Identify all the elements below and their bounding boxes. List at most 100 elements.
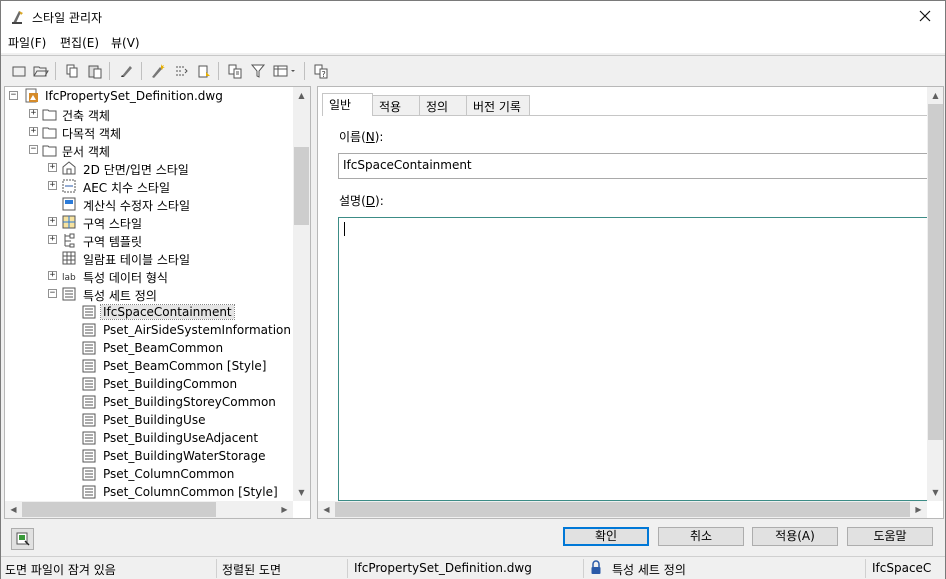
collapse-icon[interactable]: − — [48, 289, 57, 298]
open-drawing-button[interactable] — [31, 61, 51, 81]
tab-general[interactable]: 일반 — [322, 93, 373, 116]
tree-item[interactable]: + 건축 객체 — [5, 105, 295, 123]
purge-button[interactable] — [148, 61, 168, 81]
tree-item[interactable]: + AEC 치수 스타일 — [5, 177, 295, 195]
view-options-dropdown[interactable] — [271, 61, 299, 81]
general-tab-content: 이름(N): IfcSpaceContainment 설명(D): — [322, 115, 930, 502]
toggle-viewer-button[interactable] — [11, 528, 34, 550]
tree-item[interactable]: 계산식 수정자 스타일 — [5, 195, 295, 213]
tab-version-history[interactable]: 버전 기록 — [466, 95, 530, 115]
tree-item[interactable]: − 특성 세트 정의 — [5, 285, 295, 303]
view-switch-button[interactable] — [225, 61, 245, 81]
apply-button[interactable]: 적용(A) — [752, 527, 838, 546]
tree-item[interactable]: Pset_ColumnCommon — [5, 465, 295, 483]
tree-item[interactable]: Pset_BeamCommon — [5, 339, 295, 357]
expand-icon[interactable]: + — [48, 181, 57, 190]
help-button[interactable]: ? — [311, 61, 331, 81]
expand-icon[interactable]: + — [48, 217, 57, 226]
tree-item[interactable]: + 구역 스타일 — [5, 213, 295, 231]
tree-item[interactable]: IfcSpaceContainment — [5, 303, 295, 321]
menu-file[interactable]: 파일(F) — [7, 34, 47, 51]
scroll-left-arrow-icon[interactable]: ◀ — [5, 501, 22, 518]
properties-vertical-scrollbar[interactable]: ▲ ▼ — [927, 87, 943, 501]
status-style: IfcSpaceC — [872, 561, 932, 575]
expand-icon[interactable]: + — [29, 127, 38, 136]
tree-item[interactable]: − IfcPropertySet_Definition.dwg — [5, 87, 295, 105]
tree-item[interactable]: 일람표 테이블 스타일 — [5, 249, 295, 267]
help-dialog-button[interactable]: 도움말 — [847, 527, 933, 546]
expand-icon[interactable]: + — [48, 235, 57, 244]
schedule-table-icon — [61, 250, 77, 266]
expand-icon[interactable]: + — [48, 163, 57, 172]
tree-item[interactable]: Pset_ColumnCommon [Style] — [5, 483, 295, 501]
tab-definition[interactable]: 정의 — [419, 95, 467, 115]
description-field[interactable] — [338, 217, 930, 501]
tree-item[interactable]: Pset_AirSideSystemInformation — [5, 321, 295, 339]
scroll-up-arrow-icon[interactable]: ▲ — [293, 87, 310, 104]
tree-item[interactable]: + 구역 템플릿 — [5, 231, 295, 249]
title-bar: 스타일 관리자 — [1, 1, 945, 31]
expand-icon[interactable]: + — [29, 109, 38, 118]
scroll-up-arrow-icon[interactable]: ▲ — [927, 87, 943, 104]
tree-item-label: 계산식 수정자 스타일 — [83, 199, 190, 213]
calculation-icon — [61, 196, 77, 212]
edit-style-button[interactable] — [117, 61, 137, 81]
property-set-item-icon — [81, 394, 97, 410]
properties-vertical-scroll-thumb[interactable] — [928, 104, 943, 440]
toolbar-separator — [141, 62, 142, 80]
tree-item-label: 건축 객체 — [62, 109, 110, 123]
menu-bar: 파일(F) 편집(E) 뷰(V) — [1, 31, 945, 53]
tree-item[interactable]: Pset_BuildingStoreyCommon — [5, 393, 295, 411]
expand-icon[interactable]: + — [48, 271, 57, 280]
tree-item[interactable]: Pset_BuildingCommon — [5, 375, 295, 393]
scroll-down-arrow-icon[interactable]: ▼ — [293, 484, 310, 501]
property-set-item-icon — [81, 322, 97, 338]
new-drawing-button[interactable] — [9, 61, 29, 81]
tab-apply[interactable]: 적용 — [372, 95, 420, 115]
tree-item[interactable]: + lab 특성 데이터 형식 — [5, 267, 295, 285]
dwg-file-icon — [24, 88, 40, 104]
close-button[interactable] — [905, 1, 945, 31]
style-manager-window: 스타일 관리자 파일(F) 편집(E) 뷰(V) ? − IfcProperty… — [0, 0, 946, 579]
collapse-icon[interactable]: − — [9, 91, 18, 100]
paste-button[interactable] — [85, 61, 105, 81]
name-field[interactable]: IfcSpaceContainment — [338, 153, 930, 179]
folder-icon — [42, 106, 58, 122]
property-set-item-icon — [81, 358, 97, 374]
tree-item[interactable]: Pset_BuildingUse — [5, 411, 295, 429]
tree-horizontal-scrollbar[interactable]: ◀ ▶ — [5, 501, 293, 518]
tree-item[interactable]: Pset_BuildingWaterStorage — [5, 447, 295, 465]
scroll-left-arrow-icon[interactable]: ◀ — [318, 501, 335, 518]
copy-button[interactable] — [62, 61, 82, 81]
tree-item-label: Pset_ColumnCommon — [103, 467, 235, 481]
tree-item[interactable]: Pset_BeamCommon [Style] — [5, 357, 295, 375]
property-set-item-icon — [81, 376, 97, 392]
zone-template-icon — [61, 232, 77, 248]
tree-vertical-scrollbar[interactable]: ▲ ▼ — [293, 87, 310, 501]
ok-button[interactable]: 확인 — [563, 527, 649, 546]
tree-item-label: 특성 세트 정의 — [83, 289, 157, 303]
toggle-button[interactable] — [194, 61, 214, 81]
tree-horizontal-scroll-thumb[interactable] — [22, 502, 216, 517]
tree-vertical-scroll-thumb[interactable] — [294, 147, 309, 225]
sort-button[interactable] — [171, 61, 191, 81]
status-drawing: IfcPropertySet_Definition.dwg — [354, 561, 532, 575]
scroll-right-arrow-icon[interactable]: ▶ — [276, 501, 293, 518]
filter-button[interactable] — [248, 61, 268, 81]
collapse-icon[interactable]: − — [29, 145, 38, 154]
scroll-down-arrow-icon[interactable]: ▼ — [927, 484, 943, 501]
tree-item[interactable]: + 다목적 객체 — [5, 123, 295, 141]
tree-item[interactable]: +2D 단면/입면 스타일 — [5, 159, 295, 177]
menu-view[interactable]: 뷰(V) — [110, 34, 141, 51]
tree-item[interactable]: − 문서 객체 — [5, 141, 295, 159]
tree-item[interactable]: Pset_BuildingUseAdjacent — [5, 429, 295, 447]
properties-horizontal-scroll-thumb[interactable] — [335, 502, 910, 517]
status-separator — [216, 559, 217, 578]
toolbar-separator — [55, 62, 56, 80]
svg-text:?: ? — [322, 70, 326, 79]
scroll-right-arrow-icon[interactable]: ▶ — [910, 501, 927, 518]
properties-horizontal-scrollbar[interactable]: ◀ ▶ — [318, 501, 927, 518]
cancel-button[interactable]: 취소 — [658, 527, 744, 546]
menu-edit[interactable]: 편집(E) — [59, 34, 100, 51]
style-tree-panel[interactable]: − IfcPropertySet_Definition.dwg + 건축 객체 + 다목적… — [4, 86, 311, 519]
